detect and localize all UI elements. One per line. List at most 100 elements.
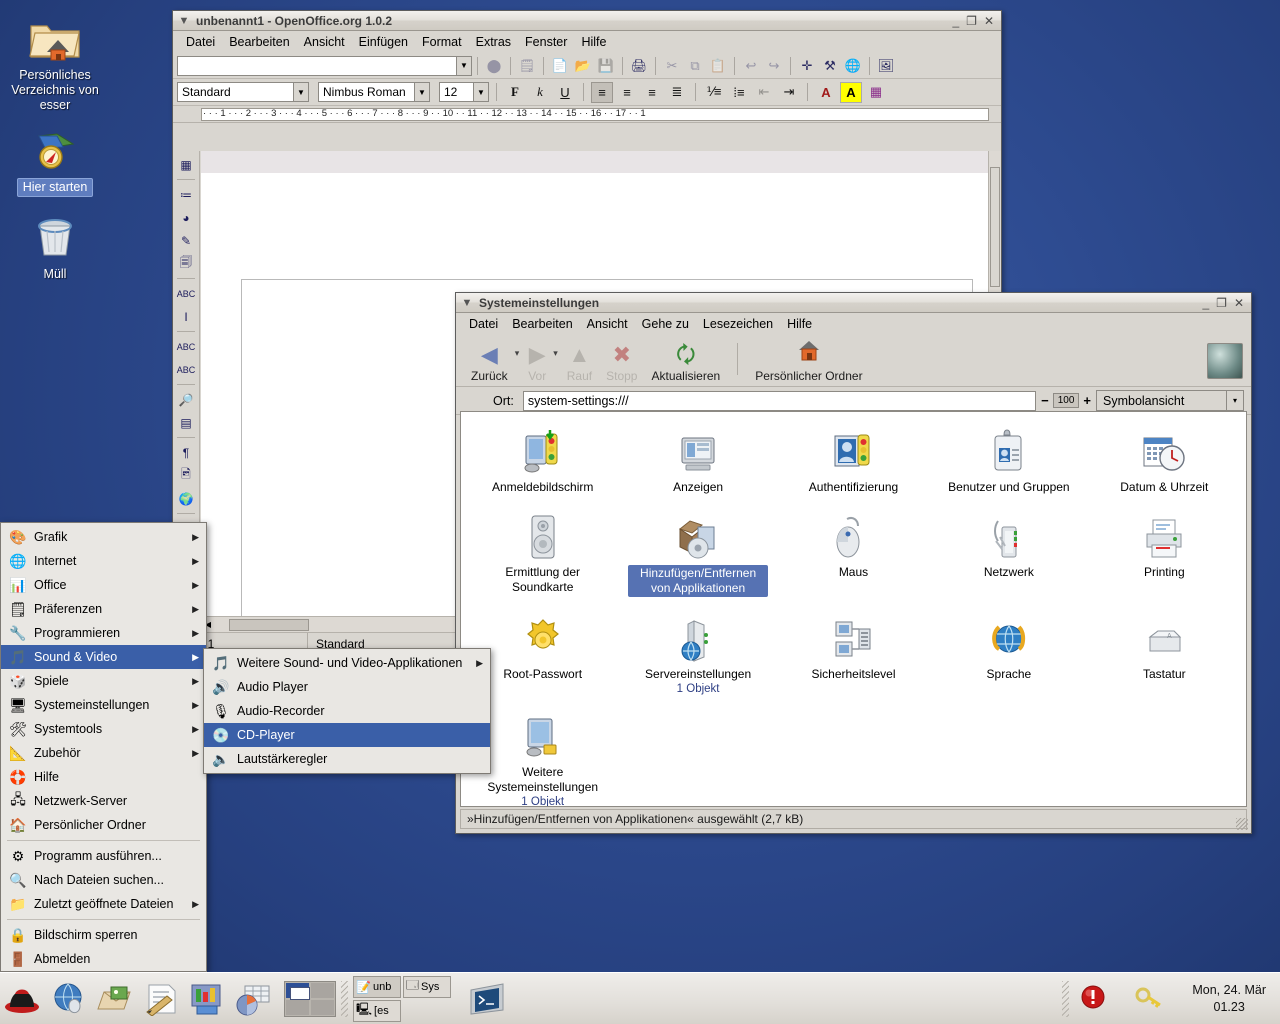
menu-item-zuletzt-geoeffnete-dateien[interactable]: 📁 Zuletzt geöffnete Dateien ▶	[1, 892, 206, 916]
settings-item-hinzufuegen-entfernen[interactable]: Hinzufügen/Entfernen von Applikationen	[620, 505, 775, 607]
settings-item-anzeigen[interactable]: Anzeigen	[620, 420, 775, 505]
menu-item-zubehoer[interactable]: 📐 Zubehör ▶	[1, 741, 206, 765]
zoom-control[interactable]: − 100 +	[1041, 393, 1091, 408]
menu-item-netzwerk-server[interactable]: 🖧 Netzwerk-Server	[1, 789, 206, 813]
chevron-down-icon[interactable]: ▼	[414, 83, 429, 101]
desktop-icon-start-here[interactable]: Hier starten	[0, 130, 110, 197]
menu-ansicht[interactable]: Ansicht	[580, 315, 635, 333]
reload-button[interactable]: 🗘 Aktualisieren	[644, 343, 727, 383]
menu-lesezeichen[interactable]: Lesezeichen	[696, 315, 780, 333]
workspace-switcher[interactable]	[284, 981, 336, 1017]
submenu-item-audio-player[interactable]: 🔊 Audio Player	[204, 675, 490, 699]
settings-item-printing[interactable]: Printing	[1087, 505, 1242, 607]
align-right-button[interactable]: ≡	[641, 82, 663, 103]
menu-bearbeiten[interactable]: Bearbeiten	[505, 315, 579, 333]
menu-bearbeiten[interactable]: Bearbeiten	[222, 33, 296, 51]
online-layout-icon[interactable]: 🌍	[175, 487, 197, 510]
open-icon[interactable]: 📂	[572, 55, 594, 76]
undo-icon[interactable]: ↩	[740, 55, 762, 76]
url-combo[interactable]: ▼	[177, 56, 472, 76]
sound-video-submenu[interactable]: 🎵 Weitere Sound- und Video-Applikationen…	[203, 648, 491, 774]
menu-extras[interactable]: Extras	[469, 33, 518, 51]
save-icon[interactable]: 💾	[595, 55, 617, 76]
chevron-down-icon[interactable]: ▼	[456, 57, 471, 75]
openoffice-titlebar[interactable]: ▼ unbenannt1 - OpenOffice.org 1.0.2 _ ❐ …	[173, 11, 1001, 31]
window-menu-icon[interactable]: ▼	[176, 15, 192, 27]
submenu-item-audio-recorder[interactable]: 🎙 Audio-Recorder	[204, 699, 490, 723]
settings-item-datum-uhrzeit[interactable]: Datum & Uhrzeit	[1087, 420, 1242, 505]
align-justify-button[interactable]: ≣	[666, 82, 688, 103]
settings-item-servereinstellungen[interactable]: Servereinstellungen 1 Objekt	[620, 607, 775, 705]
settings-item-sprache[interactable]: Sprache	[931, 607, 1086, 705]
graphics-off-icon[interactable]: 🖻	[175, 464, 197, 487]
nautilus-toolbar[interactable]: ◀ Zurück ▾ ▶ Vor ▾ ▲ Rauf ✖ Stopp 🗘 Aktu…	[456, 335, 1251, 387]
task-button-system-settings[interactable]: 🗔 Sys	[403, 976, 451, 998]
key-icon[interactable]	[1134, 984, 1164, 1013]
menu-gehe-zu[interactable]: Gehe zu	[635, 315, 696, 333]
menu-item-praeferenzen[interactable]: 🗒 Präferenzen ▶	[1, 597, 206, 621]
system-settings-window[interactable]: ▼ Systemeinstellungen _ ❐ ✕ Datei Bearbe…	[455, 292, 1252, 834]
text-cursor-icon[interactable]: I	[175, 305, 197, 328]
scrollbar-thumb[interactable]	[229, 619, 309, 631]
system-settings-titlebar[interactable]: ▼ Systemeinstellungen _ ❐ ✕	[456, 293, 1251, 313]
menu-item-programm-ausfuehren[interactable]: ⚙ Programm ausführen...	[1, 844, 206, 868]
draw-icon[interactable]: ✎	[175, 229, 197, 252]
menu-item-internet[interactable]: 🌐 Internet ▶	[1, 549, 206, 573]
settings-item-benutzer-gruppen[interactable]: Benutzer und Gruppen	[931, 420, 1086, 505]
font-name-combo[interactable]: Nimbus Roman ▼	[318, 82, 430, 102]
chevron-down-icon[interactable]: ▼	[293, 83, 308, 101]
openoffice-menubar[interactable]: Datei Bearbeiten Ansicht Einfügen Format…	[173, 31, 1001, 53]
maximize-icon[interactable]: ❐	[1216, 298, 1227, 308]
form-icon[interactable]: 🗐	[175, 252, 197, 275]
menu-item-grafik[interactable]: 🎨 Grafik ▶	[1, 525, 206, 549]
task-button-openoffice[interactable]: 📝 unb	[353, 976, 401, 998]
align-left-button[interactable]: ≡	[591, 82, 613, 103]
menu-item-programmieren[interactable]: 🔧 Programmieren ▶	[1, 621, 206, 645]
autospellcheck-icon[interactable]: ABC	[175, 358, 197, 381]
copy-icon[interactable]: ⧉	[684, 55, 706, 76]
system-settings-menubar[interactable]: Datei Bearbeiten Ansicht Gehe zu Lesezei…	[456, 313, 1251, 335]
menu-item-persoenlicher-ordner[interactable]: 🏠 Persönlicher Ordner	[1, 813, 206, 837]
menu-item-bildschirm-sperren[interactable]: 🔒 Bildschirm sperren	[1, 923, 206, 947]
panel-handle[interactable]	[341, 981, 348, 1017]
close-icon[interactable]: ✕	[984, 16, 994, 26]
location-input[interactable]	[523, 391, 1036, 411]
forward-button[interactable]: ▶ Vor	[521, 343, 553, 383]
view-mode-select[interactable]: Symbolansicht ▾	[1096, 390, 1244, 411]
up-button[interactable]: ▲ Rauf	[560, 343, 599, 383]
stop-icon[interactable]: ⬤	[483, 55, 505, 76]
zoom-out-icon[interactable]: −	[1041, 393, 1049, 408]
datasource-icon[interactable]: ▤	[175, 411, 197, 434]
hyperlink-icon[interactable]: 🌐	[842, 55, 864, 76]
settings-item-tastatur[interactable]: A Tastatur	[1087, 607, 1242, 705]
openoffice-main-toolbar[interactable]: ▼ ⬤ 🗒 📄 📂 💾 🖨 ✂ ⧉ 📋 ↩ ↪ ✛ ⚒ 🌐 🖼	[173, 53, 1001, 79]
workspace-3[interactable]	[286, 1000, 309, 1015]
system-tray[interactable]: Mon, 24. Mär 01.23	[1057, 981, 1280, 1017]
task-button-terminal[interactable]: 🖳 [es	[353, 1000, 401, 1022]
back-button[interactable]: ◀ Zurück	[464, 343, 515, 383]
menu-item-systemeinstellungen[interactable]: 🖥 Systemeinstellungen ▶	[1, 693, 206, 717]
maximize-icon[interactable]: ❐	[966, 16, 977, 26]
bullet-list-button[interactable]: ⁞≡	[728, 82, 750, 103]
workspace-2[interactable]	[311, 983, 334, 998]
icon-view[interactable]: Anmeldebildschirm Anzeigen	[460, 411, 1247, 807]
redo-icon[interactable]: ↪	[763, 55, 785, 76]
submenu-item-lautstaerkeregler[interactable]: 🔈 Lautstärkeregler	[204, 747, 490, 771]
close-icon[interactable]: ✕	[1234, 298, 1244, 308]
menu-item-abmelden[interactable]: 🚪 Abmelden	[1, 947, 206, 971]
resize-grip[interactable]	[1236, 818, 1248, 830]
menu-datei[interactable]: Datei	[462, 315, 505, 333]
highlight-button[interactable]: A	[840, 82, 862, 103]
increase-indent-button[interactable]: ⇥	[778, 82, 800, 103]
workspace-1[interactable]	[286, 983, 309, 998]
tray-handle[interactable]	[1062, 981, 1069, 1017]
openoffice-format-toolbar[interactable]: Standard ▼ Nimbus Roman ▼ 12 ▼ F k U ≡ ≡…	[173, 79, 1001, 106]
formatting-marks-icon[interactable]: ¶	[175, 441, 197, 464]
chart-icon[interactable]: ◕	[175, 206, 197, 229]
menu-item-hilfe[interactable]: 🛟 Hilfe	[1, 765, 206, 789]
horizontal-ruler[interactable]: · · · 1 · · · 2 · · · 3 · · · 4 · · · 5 …	[173, 106, 1001, 123]
window-list[interactable]: 📝 unb 🗔 Sys 🖳 [es	[353, 976, 451, 1022]
taskbar[interactable]: 📝 unb 🗔 Sys 🖳 [es	[0, 972, 1280, 1024]
font-size-combo[interactable]: 12 ▼	[439, 82, 489, 102]
autoformat-icon[interactable]: ⚒	[819, 55, 841, 76]
